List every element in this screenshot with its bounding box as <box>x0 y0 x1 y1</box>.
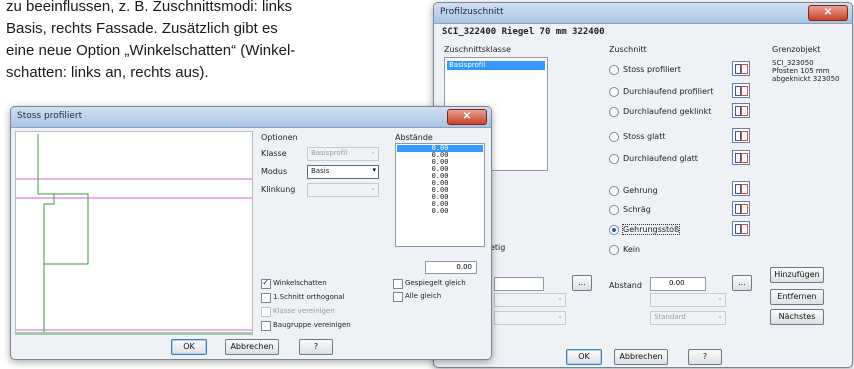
abstand-value: 0.00 <box>669 279 685 287</box>
ok-button[interactable]: OK <box>566 349 602 365</box>
title-bar[interactable]: Stoss profiliert ✕ <box>11 107 491 128</box>
abstaende-header: Abstände <box>395 133 433 142</box>
stoss-profiliert-dialog: Stoss profiliert ✕ Optionen Klasse Basis… <box>10 106 492 360</box>
doc-line: zu beeinflussen, z. B. Zuschnittsmodi: l… <box>6 0 292 15</box>
abstand-select: ⌄ <box>650 293 726 307</box>
partial-label: etig <box>490 243 506 252</box>
ok-button[interactable]: OK <box>171 339 207 355</box>
cut-header: Zuschnitt <box>609 45 647 54</box>
cut-radio-selected[interactable] <box>609 225 619 235</box>
orthogonal-checkbox[interactable] <box>261 293 271 303</box>
stoss-glatt-icon <box>732 128 750 143</box>
cut-option-label: Schräg <box>623 205 651 214</box>
gehrung-icon <box>732 181 750 196</box>
klasse-select: Basisprofil ⌄ <box>307 147 379 161</box>
durchlaufend-geklinkt-icon <box>732 103 750 118</box>
add-button[interactable]: Hinzufügen <box>770 267 824 283</box>
border-object-line: Pfosten 105 mm <box>772 67 830 75</box>
help-button[interactable]: ? <box>299 339 333 355</box>
winkelschatten-label: Winkelschatten <box>273 279 327 287</box>
cancel-button[interactable]: Abbrechen <box>225 339 279 355</box>
close-button[interactable]: ✕ <box>808 5 848 21</box>
doc-line: schatten: links an, rechts aus). <box>6 64 209 81</box>
options-header: Optionen <box>261 133 298 142</box>
klasse-value: Basisprofil <box>311 149 348 157</box>
abstaende-values: 0.00 0.00 0.00 0.00 0.00 0.00 0.00 0.00 … <box>396 145 484 215</box>
alle-gleich-checkbox[interactable] <box>393 292 403 302</box>
klasse-vereinigen-label: Klasse vereinigen <box>273 307 335 315</box>
alle-gleich-label: Alle gleich <box>405 292 442 300</box>
gespiegelt-checkbox[interactable] <box>393 279 403 289</box>
class-list-item-selected[interactable]: Basisprofil <box>447 61 545 70</box>
baugruppe-vereinigen-checkbox[interactable] <box>261 321 271 331</box>
abstand-label: Abstand <box>609 281 642 290</box>
left-more-button[interactable]: ... <box>572 275 592 291</box>
doc-line: eine neue Option „Winkelschatten“ (Winke… <box>6 42 296 59</box>
cut-option-label: Durchlaufend geklinkt <box>623 107 712 116</box>
title-bar[interactable]: Profilzuschnitt ✕ <box>434 3 852 24</box>
stoss-profiliert-icon <box>732 61 750 76</box>
cut-radio[interactable] <box>609 132 619 142</box>
abstand-input[interactable]: 0.00 <box>650 277 706 291</box>
modus-label: Modus <box>261 167 288 176</box>
profile-drawing <box>16 134 252 334</box>
help-button[interactable]: ? <box>688 349 722 365</box>
abstaende-list[interactable]: 0.00 0.00 0.00 0.00 0.00 0.00 0.00 0.00 … <box>395 143 485 247</box>
gespiegelt-label: Gespiegelt gleich <box>405 279 466 287</box>
cut-option-label: Durchlaufend profiliert <box>623 87 714 96</box>
standard-value: Standard <box>654 313 686 321</box>
klasse-label: Klasse <box>261 149 287 158</box>
remove-button[interactable]: Entfernen <box>770 289 824 305</box>
profile-heading: SCI_322400 Riegel 70 mm 322400 <box>442 27 605 37</box>
durchlaufend-glatt-icon <box>732 150 750 165</box>
window-title: Profilzuschnitt <box>440 7 504 17</box>
cut-radio[interactable] <box>609 245 619 255</box>
schraeg-icon <box>732 201 750 216</box>
cut-radio[interactable] <box>609 205 619 215</box>
left-select-1: ⌄ <box>494 293 566 307</box>
orthogonal-label: 1.Schnitt orthogonal <box>273 293 345 301</box>
cut-option-label: Stoss glatt <box>623 132 666 141</box>
next-button[interactable]: Nächstes <box>770 309 824 325</box>
cut-radio[interactable] <box>609 154 619 164</box>
standard-select: Standard ⌄ <box>650 311 726 325</box>
document-text: zu beeinflussen, z. B. Zuschnittsmodi: l… <box>6 0 426 84</box>
durchlaufend-profiliert-icon <box>732 83 750 98</box>
gehrungsstoss-icon <box>732 221 750 236</box>
abstand-input[interactable]: 0.00 <box>425 261 477 274</box>
modus-select[interactable]: Basis ▾ <box>307 165 379 179</box>
winkelschatten-checkbox[interactable] <box>261 277 271 289</box>
abstand-more-button[interactable]: ... <box>732 275 752 291</box>
cut-option-label: Kein <box>623 245 641 254</box>
abstand-value: 0.00 <box>431 207 449 215</box>
abstand-input-value: 0.00 <box>456 263 472 271</box>
klinkung-label: Klinkung <box>261 185 296 194</box>
class-group-label: Zuschnittsklasse <box>444 45 511 54</box>
cut-radio[interactable] <box>609 65 619 75</box>
cut-option-label: Durchlaufend glatt <box>623 154 698 163</box>
cut-radio[interactable] <box>609 107 619 117</box>
doc-line: Basis, rechts Fassade. Zusätzlich gibt e… <box>6 20 278 37</box>
left-select-2: ⌄ <box>494 311 566 325</box>
border-object-line: abgeknickt 323050 <box>772 75 840 83</box>
cut-option-label: Gehrung <box>623 186 658 195</box>
modus-value: Basis <box>311 167 330 175</box>
klinkung-select: ⌄ <box>307 183 379 197</box>
border-object-header: Grenzobjekt <box>772 45 821 54</box>
cut-option-label: Gehrungsstoß <box>621 224 681 235</box>
cancel-button[interactable]: Abbrechen <box>614 349 668 365</box>
cut-option-label: Stoss profiliert <box>623 65 681 74</box>
abstand-field-left[interactable] <box>494 277 544 291</box>
klasse-vereinigen-checkbox <box>261 307 271 317</box>
profile-preview <box>15 131 253 335</box>
baugruppe-vereinigen-label: Baugruppe vereinigen <box>273 321 351 329</box>
window-title: Stoss profiliert <box>17 111 83 121</box>
profilzuschnitt-dialog: Profilzuschnitt ✕ SCI_322400 Riegel 70 m… <box>433 2 853 368</box>
cut-radio[interactable] <box>609 87 619 97</box>
border-object-line: SCI_323050 <box>772 59 814 67</box>
close-button[interactable]: ✕ <box>447 109 487 125</box>
cut-radio[interactable] <box>609 186 619 196</box>
